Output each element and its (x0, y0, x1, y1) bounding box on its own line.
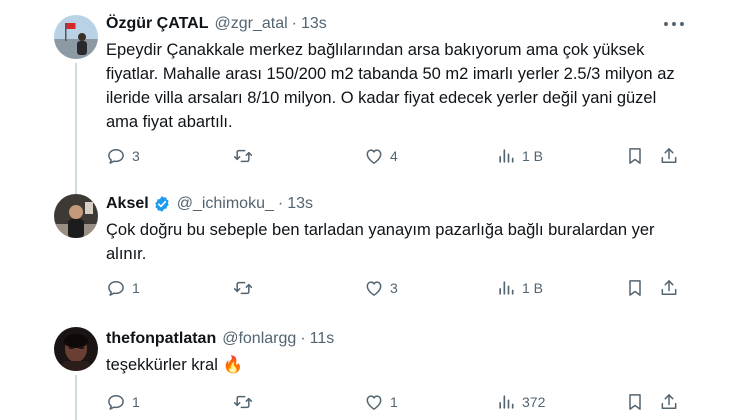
handle[interactable]: @_ichimoku_ (177, 195, 274, 213)
verified-badge-icon (153, 195, 171, 213)
retweet-button[interactable] (233, 145, 253, 167)
view-count: 372 (522, 394, 546, 410)
bookmark-button[interactable] (625, 277, 645, 299)
separator-dot: · (300, 330, 306, 347)
display-name[interactable]: Özgür ÇATAL (106, 15, 209, 33)
views-button[interactable]: 372 (496, 391, 545, 413)
share-icon (659, 392, 679, 412)
reply-button[interactable]: 1 (106, 391, 140, 413)
reply-count: 1 (132, 280, 140, 296)
tweet[interactable]: Özgür ÇATAL @zgr_atal · 13s Epeydir Çana… (0, 0, 730, 186)
tweet-text: Epeydir Çanakkale merkez bağlılarından a… (106, 41, 675, 131)
retweet-icon (233, 278, 253, 298)
tweet[interactable]: thefonpatlatan @fonlargg · 11s teşekkürl… (0, 312, 730, 420)
avatar[interactable] (54, 194, 98, 238)
tweet-header: Aksel @_ichimoku_ · 13s (106, 194, 313, 214)
reply-count: 1 (132, 394, 140, 410)
thread-line (75, 375, 77, 420)
heart-icon (364, 392, 384, 412)
timestamp[interactable]: 13s (301, 15, 327, 33)
views-button[interactable]: 1 B (496, 145, 543, 167)
bookmark-button[interactable] (625, 145, 645, 167)
avatar[interactable] (54, 15, 98, 59)
handle[interactable]: @zgr_atal (215, 15, 288, 33)
retweet-icon (233, 392, 253, 412)
bookmark-icon (625, 392, 645, 412)
retweet-icon (233, 146, 253, 166)
tweet-header: thefonpatlatan @fonlargg · 11s (106, 329, 334, 349)
like-count: 1 (390, 394, 398, 410)
share-icon (659, 146, 679, 166)
view-count: 1 B (522, 148, 544, 164)
views-icon (496, 146, 516, 166)
tweet-text: teşekkürler kral 🔥 (106, 353, 686, 377)
separator-dot: · (277, 195, 284, 212)
handle[interactable]: @fonlargg (222, 330, 296, 348)
share-button[interactable] (659, 277, 679, 299)
tweet-text: Çok doğru bu sebeple ben tarladan yanayı… (106, 221, 655, 263)
thread-line (75, 186, 77, 194)
view-count: 1 B (522, 280, 544, 296)
reply-button[interactable]: 3 (106, 145, 140, 167)
bookmark-icon (625, 146, 645, 166)
reply-icon (106, 278, 126, 298)
bookmark-icon (625, 278, 645, 298)
tweet-header: Özgür ÇATAL @zgr_atal · 13s (106, 14, 327, 34)
reply-count: 3 (132, 148, 140, 164)
like-button[interactable]: 1 (364, 391, 398, 413)
reply-icon (106, 146, 126, 166)
thread-line (75, 63, 77, 186)
views-icon (496, 278, 516, 298)
reply-button[interactable]: 1 (106, 277, 140, 299)
like-button[interactable]: 3 (364, 277, 398, 299)
action-bar: 1 1 372 (106, 391, 686, 413)
bookmark-button[interactable] (625, 391, 645, 413)
heart-icon (364, 278, 384, 298)
like-count: 4 (390, 148, 398, 164)
timestamp[interactable]: 11s (310, 330, 335, 348)
tweet-text-content: teşekkürler kral (106, 356, 218, 374)
retweet-button[interactable] (233, 277, 253, 299)
display-name[interactable]: thefonpatlatan (106, 330, 216, 348)
action-bar: 1 3 1 B (106, 277, 686, 299)
like-button[interactable]: 4 (364, 145, 398, 167)
retweet-button[interactable] (233, 391, 253, 413)
reply-icon (106, 392, 126, 412)
display-name[interactable]: Aksel (106, 195, 149, 213)
share-icon (659, 278, 679, 298)
views-button[interactable]: 1 B (496, 277, 543, 299)
fire-emoji-icon: 🔥 (222, 356, 244, 374)
views-icon (496, 392, 516, 412)
share-button[interactable] (659, 391, 679, 413)
avatar[interactable] (54, 327, 98, 371)
more-icon[interactable] (664, 14, 684, 34)
share-button[interactable] (659, 145, 679, 167)
timestamp[interactable]: 13s (287, 195, 313, 213)
separator-dot: · (291, 15, 297, 32)
action-bar: 3 4 1 B (106, 145, 686, 167)
tweet[interactable]: Aksel @_ichimoku_ · 13s Çok doğru bu seb… (0, 186, 730, 312)
like-count: 3 (390, 280, 398, 296)
heart-icon (364, 146, 384, 166)
